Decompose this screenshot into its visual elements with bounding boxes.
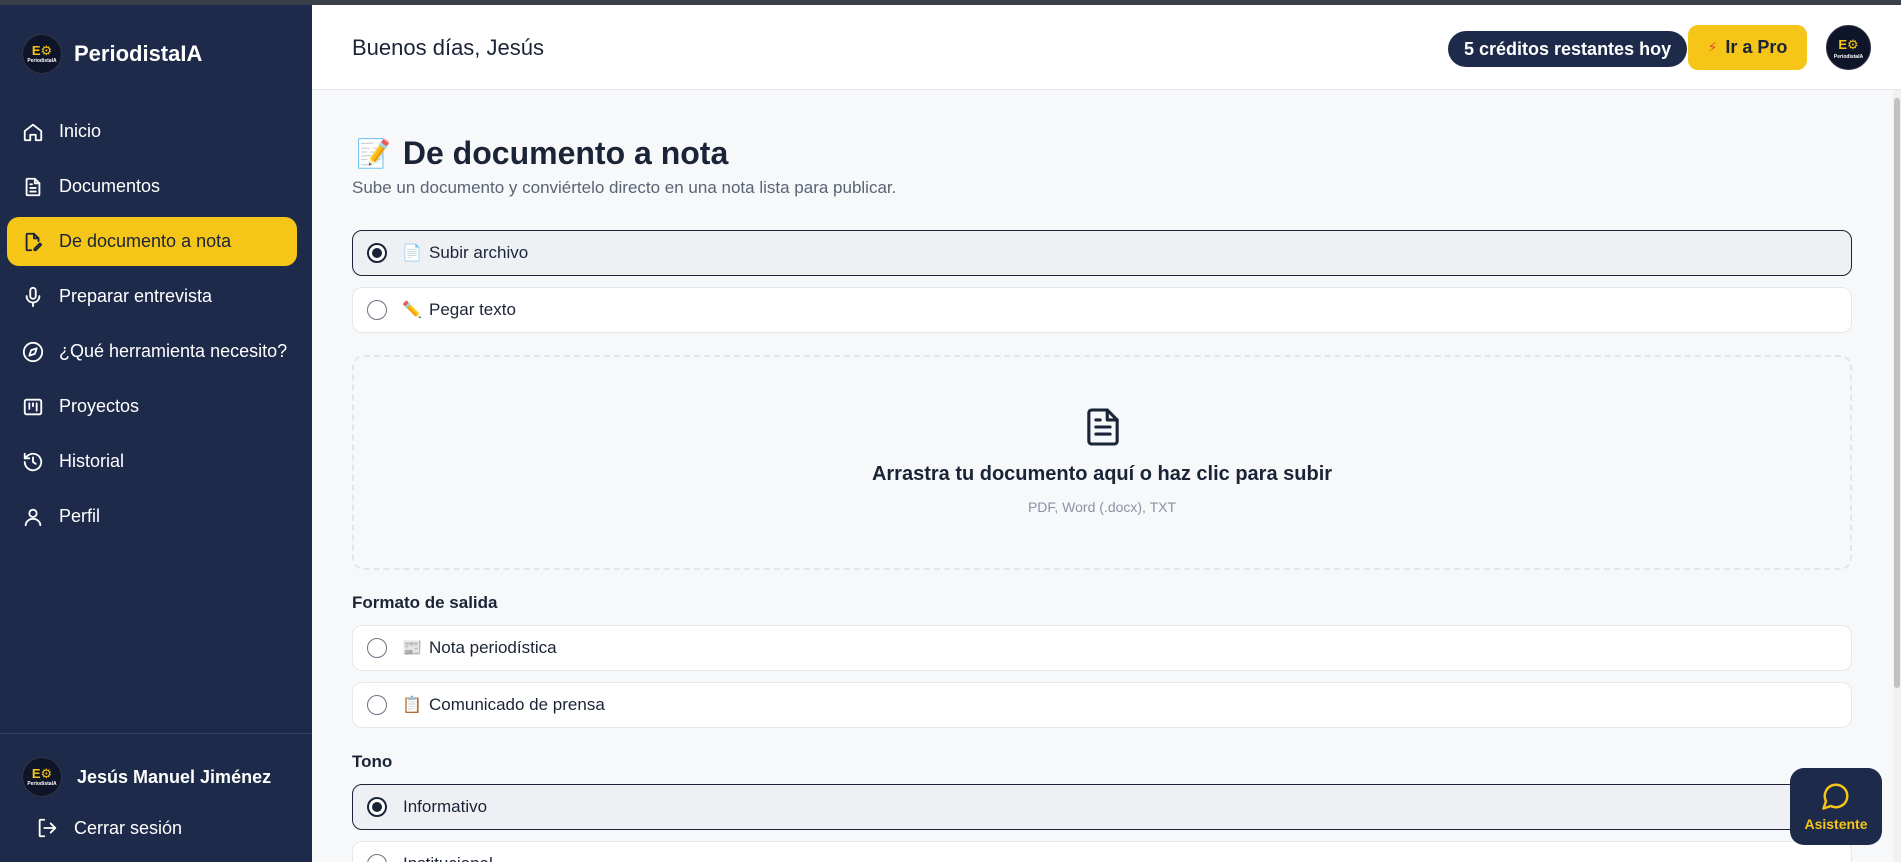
- tone-label: Tono: [352, 752, 393, 771]
- option-subir-archivo[interactable]: 📄 Subir archivo: [352, 230, 1852, 276]
- go-pro-button[interactable]: ⚡ Ir a Pro: [1688, 25, 1807, 70]
- logout-icon: [38, 818, 57, 838]
- radio-button[interactable]: [367, 638, 387, 658]
- kanban-icon: [22, 396, 44, 418]
- user-icon: [22, 506, 44, 528]
- option-label: Pegar texto: [429, 300, 516, 319]
- file-dropzone[interactable]: Arrastra tu documento aquí o haz clic pa…: [352, 355, 1852, 570]
- sidebar-item-label: Preparar entrevista: [59, 286, 213, 306]
- microphone-icon: [22, 286, 44, 308]
- credits-badge: 5 créditos restantes hoy: [1448, 31, 1688, 67]
- logout-label: Cerrar sesión: [74, 817, 183, 838]
- compass-icon: [22, 341, 44, 363]
- page-title-text: De documento a nota: [402, 135, 729, 171]
- option-label: Institucional: [403, 854, 493, 862]
- scrollbar-thumb[interactable]: [1894, 98, 1900, 688]
- assistant-button[interactable]: Asistente: [1790, 768, 1882, 845]
- avatar: E⚙ PeriodistaIA: [22, 757, 62, 797]
- go-pro-label: Ir a Pro: [1725, 37, 1788, 57]
- file-text-icon: [1087, 408, 1119, 446]
- assistant-label: Asistente: [1804, 816, 1868, 832]
- logout-button[interactable]: Cerrar sesión: [36, 817, 182, 839]
- sidebar-item-inicio[interactable]: Inicio: [7, 107, 297, 156]
- dropzone-title: Arrastra tu documento aquí o haz clic pa…: [871, 463, 1333, 485]
- option-label: Nota periodística: [429, 638, 557, 657]
- chat-bubble-icon: [1822, 783, 1849, 810]
- sidebar-item-label: Inicio: [59, 121, 102, 141]
- sidebar-item-label: Perfil: [59, 506, 101, 526]
- option-nota-periodistica[interactable]: 📰 Nota periodística: [352, 625, 1852, 671]
- file-edit-icon: [22, 231, 44, 253]
- option-label: Informativo: [403, 797, 488, 816]
- page-icon: 📄: [402, 245, 422, 262]
- pencil-icon: ✏️: [402, 302, 422, 319]
- sidebar: E⚙ PeriodistaIA PeriodistaIA Inicio Docu…: [0, 5, 312, 862]
- option-label: Subir archivo: [429, 243, 529, 262]
- scrollbar[interactable]: [1893, 90, 1901, 862]
- sidebar-item-documentos[interactable]: Documentos: [7, 162, 297, 211]
- sidebar-item-label: Proyectos: [59, 396, 140, 416]
- format-label: Formato de salida: [352, 593, 498, 612]
- lightning-icon: ⚡: [1707, 39, 1718, 55]
- option-comunicado-prensa[interactable]: 📋 Comunicado de prensa: [352, 682, 1852, 728]
- page-title: 📝 De documento a nota: [356, 135, 728, 172]
- user-name: Jesús Manuel Jiménez: [77, 766, 272, 787]
- sidebar-item-label: Historial: [59, 451, 125, 471]
- app-name: PeriodistaIA: [74, 41, 203, 66]
- sidebar-item-label: Documentos: [59, 176, 161, 196]
- top-header: Buenos días, Jesús 5 créditos restantes …: [312, 5, 1901, 90]
- sidebar-item-proyectos[interactable]: Proyectos: [7, 382, 297, 431]
- sidebar-item-que-herramienta[interactable]: ¿Qué herramienta necesito?: [7, 327, 297, 376]
- sidebar-item-label: De documento a nota: [59, 231, 232, 251]
- window-top-strip: [0, 0, 1901, 5]
- option-pegar-texto[interactable]: ✏️ Pegar texto: [352, 287, 1852, 333]
- greeting: Buenos días, Jesús: [352, 35, 545, 60]
- newspaper-icon: 📰: [402, 640, 422, 657]
- sidebar-item-historial[interactable]: Historial: [7, 437, 297, 486]
- app-logo: E⚙ PeriodistaIA: [22, 34, 62, 74]
- sidebar-item-documento-a-nota[interactable]: De documento a nota: [7, 217, 297, 266]
- sidebar-divider: [0, 733, 312, 734]
- sidebar-nav: Inicio Documentos De documento a nota Pr…: [7, 107, 297, 547]
- radio-button[interactable]: [367, 300, 387, 320]
- option-institucional[interactable]: Institucional: [352, 841, 1852, 862]
- history-icon: [22, 451, 44, 473]
- page-subtitle: Sube un documento y conviértelo directo …: [352, 178, 897, 197]
- header-avatar[interactable]: E⚙ PeriodistaIA: [1826, 25, 1871, 70]
- document-icon: [22, 176, 44, 198]
- sidebar-item-label: ¿Qué herramienta necesito?: [59, 341, 288, 361]
- memo-icon: 📝: [356, 138, 391, 169]
- option-label: Comunicado de prensa: [429, 695, 605, 714]
- radio-button[interactable]: [367, 695, 387, 715]
- sidebar-item-preparar-entrevista[interactable]: Preparar entrevista: [7, 272, 297, 321]
- home-icon: [22, 121, 44, 143]
- user-profile[interactable]: E⚙ PeriodistaIA Jesús Manuel Jiménez: [22, 757, 271, 797]
- dropzone-formats: PDF, Word (.docx), TXT: [1027, 499, 1177, 515]
- radio-button[interactable]: [367, 243, 387, 263]
- avatar: E⚙ PeriodistaIA: [1826, 25, 1871, 70]
- option-informativo[interactable]: Informativo: [352, 784, 1852, 830]
- radio-button[interactable]: [367, 797, 387, 817]
- brand[interactable]: E⚙ PeriodistaIA PeriodistaIA: [22, 34, 202, 74]
- clipboard-icon: 📋: [402, 697, 422, 714]
- sidebar-item-perfil[interactable]: Perfil: [7, 492, 297, 541]
- radio-button[interactable]: [367, 854, 387, 862]
